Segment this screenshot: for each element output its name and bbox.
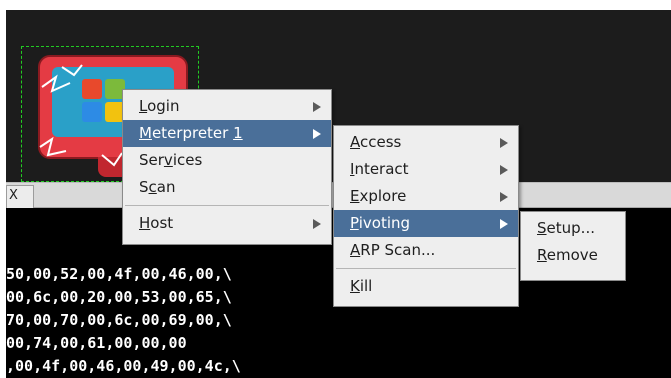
menu-item-meterpreter[interactable]: Meterpreter 1	[123, 120, 331, 147]
console-line: ,00,4f,00,46,00,49,00,4c,\	[6, 357, 241, 375]
chevron-right-icon	[500, 165, 508, 175]
menu-item-kill[interactable]: Kill	[334, 273, 518, 300]
chevron-right-icon	[500, 192, 508, 202]
chevron-right-icon	[500, 219, 508, 229]
console-line: 00,74,00,61,00,00,00	[6, 334, 187, 352]
menu-separator	[336, 268, 516, 269]
chevron-right-icon	[313, 219, 321, 229]
meterpreter-submenu: Access Interact Explore Pivoting ARP Sca…	[333, 125, 519, 307]
chevron-right-icon	[500, 138, 508, 148]
menu-item-interact[interactable]: Interact	[334, 156, 518, 183]
menu-item-host[interactable]: Host	[123, 210, 331, 237]
menu-item-services[interactable]: Services	[123, 147, 331, 174]
menu-separator	[125, 205, 329, 206]
pivoting-submenu: Setup... Remove	[520, 211, 626, 281]
menu-item-access[interactable]: Access	[334, 129, 518, 156]
host-context-menu: Login Meterpreter 1 Services Scan Host	[122, 89, 332, 245]
menu-item-pivoting[interactable]: Pivoting	[334, 210, 518, 237]
chevron-right-icon	[313, 129, 321, 139]
menu-item-explore[interactable]: Explore	[334, 183, 518, 210]
menu-item-remove[interactable]: Remove	[521, 242, 625, 269]
menu-item-setup[interactable]: Setup...	[521, 215, 625, 242]
console-line: 70,00,70,00,6c,00,69,00,\	[6, 311, 232, 329]
menu-item-scan[interactable]: Scan	[123, 174, 331, 201]
menu-item-arp-scan[interactable]: ARP Scan...	[334, 237, 518, 264]
chevron-right-icon	[313, 102, 321, 112]
menu-item-login[interactable]: Login	[123, 93, 331, 120]
console-tab-close[interactable]: X	[6, 185, 34, 208]
